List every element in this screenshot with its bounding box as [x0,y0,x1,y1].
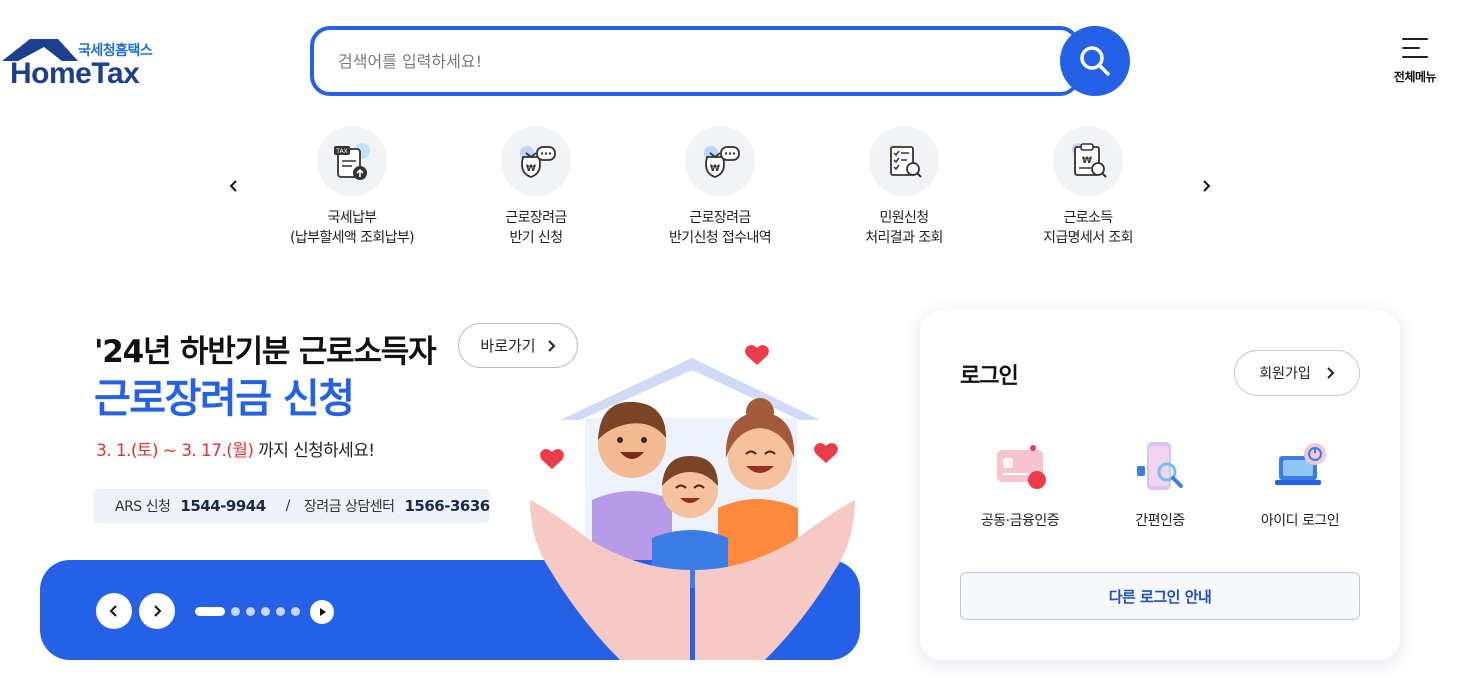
quick-menu-income-statement[interactable]: ₩ 근로소득 지급명세서 조회 [998,126,1178,248]
family-house-illustration [530,345,855,660]
laptop-power-icon [1265,438,1335,498]
certificate-login-button[interactable]: 공동·금융인증 [950,438,1090,530]
chevron-right-icon [1203,180,1211,192]
signup-label: 회원가입 [1259,366,1311,382]
quick-menu-next-button[interactable] [1196,176,1216,196]
tax-payment-icon: TAX [317,126,387,196]
quick-menu-civil-result[interactable]: 민원신청 처리결과 조회 [814,126,994,248]
chevron-left-icon [229,180,237,192]
banner-indicator[interactable] [261,607,270,616]
hometax-logo[interactable]: 국세청홈택스 HomeTax [0,35,165,91]
money-bag-chat-icon: ₩ [685,126,755,196]
svg-text:TAX: TAX [335,148,347,155]
play-icon [320,608,326,616]
quick-menu-label: 민원신청 처리결과 조회 [865,210,943,246]
search-box [310,26,1080,96]
quick-menu-tax-payment[interactable]: TAX 국세납부 (납부할세액 조회납부) [262,126,442,248]
banner-period: 3. 1.(토) ~ 3. 17.(월) 까지 신청하세요! [96,436,375,461]
certificate-card-icon [985,438,1055,498]
simple-auth-login-label: 간편인증 [1135,513,1185,529]
banner-title: 근로장려금 신청 [94,376,355,422]
banner-indicator[interactable] [276,607,285,616]
svg-text:₩: ₩ [710,164,720,174]
svg-text:₩: ₩ [526,164,536,174]
quick-menu-incentive-apply[interactable]: ₩ 근로장려금 반기 신청 [446,126,626,248]
ars-number: 1544-9944 [180,497,266,515]
center-label: 장려금 상담센터 [303,499,395,515]
banner-indicator[interactable] [246,607,255,616]
search-icon [1080,46,1110,76]
all-menu-button[interactable]: 전체메뉴 [1385,38,1445,88]
quick-menu-label: 국세납부 (납부할세액 조회납부) [289,210,415,246]
search-input[interactable] [338,44,1038,78]
quick-menu-label: 근로소득 지급명세서 조회 [1043,210,1133,246]
quick-menu-label: 근로장려금 반기 신청 [505,210,567,246]
chevron-left-icon [109,605,117,617]
ars-label: ARS 신청 [115,499,171,515]
hamburger-icon [1402,38,1428,58]
phone-search-icon [1125,438,1195,498]
document-search-icon: ₩ [1053,126,1123,196]
quick-menu-label: 근로장려금 반기신청 접수내역 [668,210,772,246]
banner-indicator-active[interactable] [195,607,225,616]
simple-auth-login-button[interactable]: 간편인증 [1090,438,1230,530]
search-button[interactable] [1060,26,1130,96]
money-bag-chat-icon: ₩ [501,126,571,196]
other-login-guide-button[interactable]: 다른 로그인 안내 [960,572,1360,620]
login-title: 로그인 [960,364,1019,389]
id-login-button[interactable]: 아이디 로그인 [1230,438,1370,530]
banner-headline: '24년 하반기분 근로소득자 [94,334,437,370]
quick-menu-prev-button[interactable] [224,176,244,196]
signup-button[interactable]: 회원가입 [1234,350,1360,396]
login-panel: 로그인 회원가입 공동·금융인증 간편인증 아이디 로그인 다른 로그인 안내 [920,310,1400,660]
chevron-right-icon [154,605,162,617]
center-number: 1566-3636 [404,497,490,515]
banner-next-button[interactable] [139,593,175,629]
id-login-label: 아이디 로그인 [1260,513,1340,529]
certificate-login-label: 공동·금융인증 [980,513,1060,529]
all-menu-label: 전체메뉴 [1393,70,1437,84]
checklist-search-icon [869,126,939,196]
banner-period-dates: 3. 1.(토) ~ 3. 17.(월) [96,441,254,461]
chevron-right-icon [1327,367,1335,379]
hometax-main-page: 국세청홈택스 HomeTax 전체메뉴 TAX [0,0,1459,684]
banner-prev-button[interactable] [96,593,132,629]
banner-contact-info: ARS 신청 1544-9944 / 장려금 상담센터 1566-3636 [93,489,490,523]
banner-indicator[interactable] [231,607,240,616]
banner-play-button[interactable] [310,600,334,624]
logo-title: HomeTax [10,57,140,90]
banner-period-text: 까지 신청하세요! [253,441,375,461]
banner-indicator[interactable] [291,607,300,616]
info-separator: / [285,498,291,514]
svg-text:₩: ₩ [1082,156,1092,166]
quick-menu-incentive-receipt[interactable]: ₩ 근로장려금 반기신청 접수내역 [630,126,810,248]
